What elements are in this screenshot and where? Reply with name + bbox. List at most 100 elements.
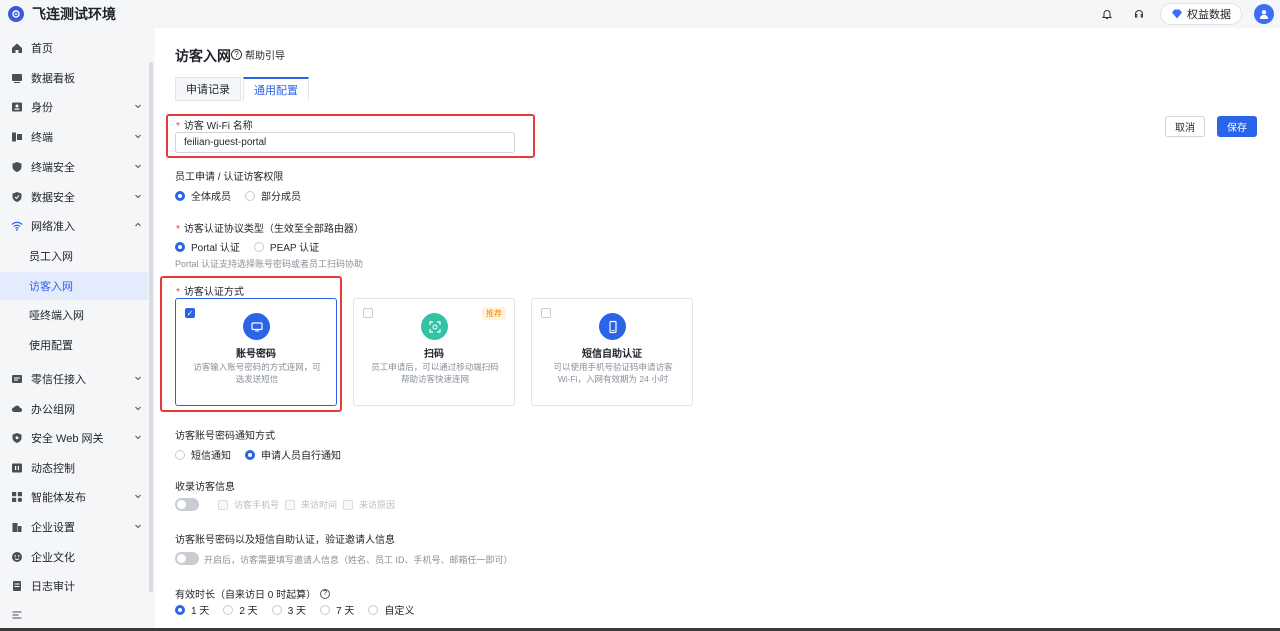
collect-option-phone[interactable]: 访客手机号 xyxy=(218,498,279,511)
sidebar-subitem-label: 员工入网 xyxy=(29,251,73,263)
question-circle-icon[interactable]: ? xyxy=(320,588,331,599)
top-bar: 飞连测试环境 权益数据 xyxy=(0,0,1280,28)
shield-icon xyxy=(10,160,24,174)
sidebar-item-label: 企业文化 xyxy=(31,552,75,564)
sidebar-item-label: 零信任接入 xyxy=(31,374,86,386)
help-guide-link[interactable]: ? 帮助引导 xyxy=(231,47,285,62)
wifi-name-label: * 访客 Wi-Fi 名称 xyxy=(176,121,253,132)
card-description: 可以使用手机号验证码申请访客 Wi-Fi，入网有效期为 24 小时 xyxy=(553,362,673,384)
grid-apps-icon xyxy=(10,490,24,504)
permission-option-partial[interactable]: 部分成员 xyxy=(245,188,301,203)
card-title: 扫码 xyxy=(424,349,444,360)
protocol-label: * 访客认证协议类型（生效至全部路由器） xyxy=(176,224,364,235)
wifi-name-input[interactable]: feilian-guest-portal xyxy=(175,132,515,153)
card-description: 访客输入账号密码的方式连网，可选发送短信 xyxy=(193,362,321,384)
sidebar-subitem-label: 哑终端入网 xyxy=(29,310,84,322)
tab-application-records[interactable]: 申请记录 xyxy=(175,77,241,101)
sidebar-item-label: 网络准入 xyxy=(31,221,75,233)
collect-option-visit-time[interactable]: 来访时间 xyxy=(285,498,337,511)
sidebar-collapse-button[interactable] xyxy=(0,601,148,629)
zero-trust-icon xyxy=(10,372,24,386)
rights-data-button[interactable]: 权益数据 xyxy=(1160,3,1242,25)
auth-card-sms-self-service[interactable]: 短信自助认证 可以使用手机号验证码申请访客 Wi-Fi，入网有效期为 24 小时 xyxy=(531,298,693,406)
card-description: 员工申请后，可以通过移动端扫码帮助访客快速连网 xyxy=(371,362,499,384)
chevron-down-icon xyxy=(135,164,141,169)
sidebar-subitem-employee-access[interactable]: 员工入网 xyxy=(0,242,148,270)
permission-radio-group: 全体成员 部分成员 xyxy=(175,188,315,203)
sidebar-item-network-access[interactable]: 网络准入 xyxy=(0,212,148,240)
pause-control-icon xyxy=(10,461,24,475)
app-title: 飞连测试环境 xyxy=(32,6,116,22)
protocol-option-peap[interactable]: PEAP 认证 xyxy=(253,239,319,254)
dashboard-icon xyxy=(10,71,24,85)
notify-option-sms[interactable]: 短信通知 xyxy=(175,447,231,462)
sidebar-item-secure-web-gateway[interactable]: 安全 Web 网关 xyxy=(0,424,148,452)
sidebar-item-label: 首页 xyxy=(31,43,53,55)
sidebar-item-label: 数据看板 xyxy=(31,73,75,85)
building-icon xyxy=(10,520,24,534)
protocol-hint: Portal 认证支持选择账号密码或者员工扫码协助 xyxy=(175,259,364,269)
wifi-icon xyxy=(10,219,24,233)
cancel-button[interactable]: 取消 xyxy=(1165,116,1205,137)
duration-option-custom[interactable]: 自定义 xyxy=(368,602,414,617)
chevron-down-icon xyxy=(135,435,141,440)
collect-option-visit-reason[interactable]: 来访原因 xyxy=(343,498,395,511)
sidebar-subitem-label: 使用配置 xyxy=(29,340,73,352)
sidebar-item-office-network[interactable]: 办公组网 xyxy=(0,395,148,423)
checkbox-checked[interactable]: ✓ xyxy=(185,308,195,318)
duration-option-3-days[interactable]: 3 天 xyxy=(271,602,306,617)
sidebar-subitem-guest-access[interactable]: 访客入网 xyxy=(0,272,148,300)
collect-info-toggle[interactable] xyxy=(175,498,199,511)
duration-option-7-days[interactable]: 7 天 xyxy=(320,602,354,617)
notify-radio-group: 短信通知 申请人员自行通知 xyxy=(175,447,355,462)
sidebar-item-enterprise-settings[interactable]: 企业设置 xyxy=(0,513,148,541)
verify-inviter-toggle[interactable] xyxy=(175,552,199,565)
sidebar-item-dynamic-control[interactable]: 动态控制 xyxy=(0,454,148,482)
sidebar-item-terminal[interactable]: 终端 xyxy=(0,123,148,151)
sidebar-item-identity[interactable]: 身份 xyxy=(0,93,148,121)
sidebar-item-label: 办公组网 xyxy=(31,404,75,416)
auth-card-account-password[interactable]: ✓ 账号密码 访客输入账号密码的方式连网，可选发送短信 xyxy=(175,298,337,406)
cloud-network-icon xyxy=(10,402,24,416)
sidebar-subitem-dumb-terminal-access[interactable]: 哑终端入网 xyxy=(0,301,148,329)
collect-info-options: 访客手机号 来访时间 来访原因 xyxy=(218,498,401,511)
main-content: 访客入网 ? 帮助引导 申请记录 通用配置 取消 保存 * 访客 Wi-Fi 名称… xyxy=(155,28,1280,631)
tab-label: 申请记录 xyxy=(186,84,230,96)
sidebar-item-data-security[interactable]: 数据安全 xyxy=(0,183,148,211)
sidebar-subitem-usage-config[interactable]: 使用配置 xyxy=(0,331,148,359)
checkbox-unchecked[interactable] xyxy=(363,308,373,318)
sidebar-item-home[interactable]: 首页 xyxy=(0,34,148,62)
sidebar-item-log-audit[interactable]: 日志审计 xyxy=(0,572,148,600)
chevron-down-icon xyxy=(135,194,141,199)
gateway-shield-icon xyxy=(10,431,24,445)
sidebar: 首页 数据看板 身份 终端 终端安全 数据安全 网络准入 员工入网 访客入网 哑… xyxy=(0,28,154,631)
tab-general-config[interactable]: 通用配置 xyxy=(243,77,309,101)
auth-card-scan-code[interactable]: 推荐 扫码 员工申请后，可以通过移动端扫码帮助访客快速连网 xyxy=(353,298,515,406)
save-button[interactable]: 保存 xyxy=(1217,116,1257,137)
chevron-down-icon xyxy=(135,134,141,139)
sidebar-item-enterprise-culture[interactable]: 企业文化 xyxy=(0,543,148,571)
sidebar-scrollbar[interactable] xyxy=(149,62,153,592)
sidebar-item-label: 终端 xyxy=(31,132,53,144)
diamond-icon xyxy=(1172,9,1182,19)
support-headset-icon[interactable] xyxy=(1128,3,1150,25)
user-icon xyxy=(1259,10,1269,19)
checkbox-unchecked[interactable] xyxy=(541,308,551,318)
sidebar-item-agent-publish[interactable]: 智能体发布 xyxy=(0,483,148,511)
sidebar-item-dashboard[interactable]: 数据看板 xyxy=(0,64,148,92)
sidebar-item-zero-trust[interactable]: 零信任接入 xyxy=(0,365,148,393)
permission-option-all[interactable]: 全体成员 xyxy=(175,188,231,203)
notify-option-self[interactable]: 申请人员自行通知 xyxy=(245,447,341,462)
sidebar-item-label: 数据安全 xyxy=(31,192,75,204)
chevron-down-icon xyxy=(135,494,141,499)
duration-option-1-day[interactable]: 1 天 xyxy=(175,602,209,617)
sidebar-item-label: 终端安全 xyxy=(31,162,75,174)
sidebar-item-terminal-security[interactable]: 终端安全 xyxy=(0,153,148,181)
duration-option-2-days[interactable]: 2 天 xyxy=(223,602,258,617)
rights-data-label: 权益数据 xyxy=(1187,9,1231,21)
chevron-down-icon xyxy=(135,104,141,109)
user-avatar[interactable] xyxy=(1254,4,1274,24)
protocol-option-portal[interactable]: Portal 认证 xyxy=(175,239,240,254)
bell-icon[interactable] xyxy=(1096,3,1118,25)
question-circle-icon: ? xyxy=(231,49,242,60)
